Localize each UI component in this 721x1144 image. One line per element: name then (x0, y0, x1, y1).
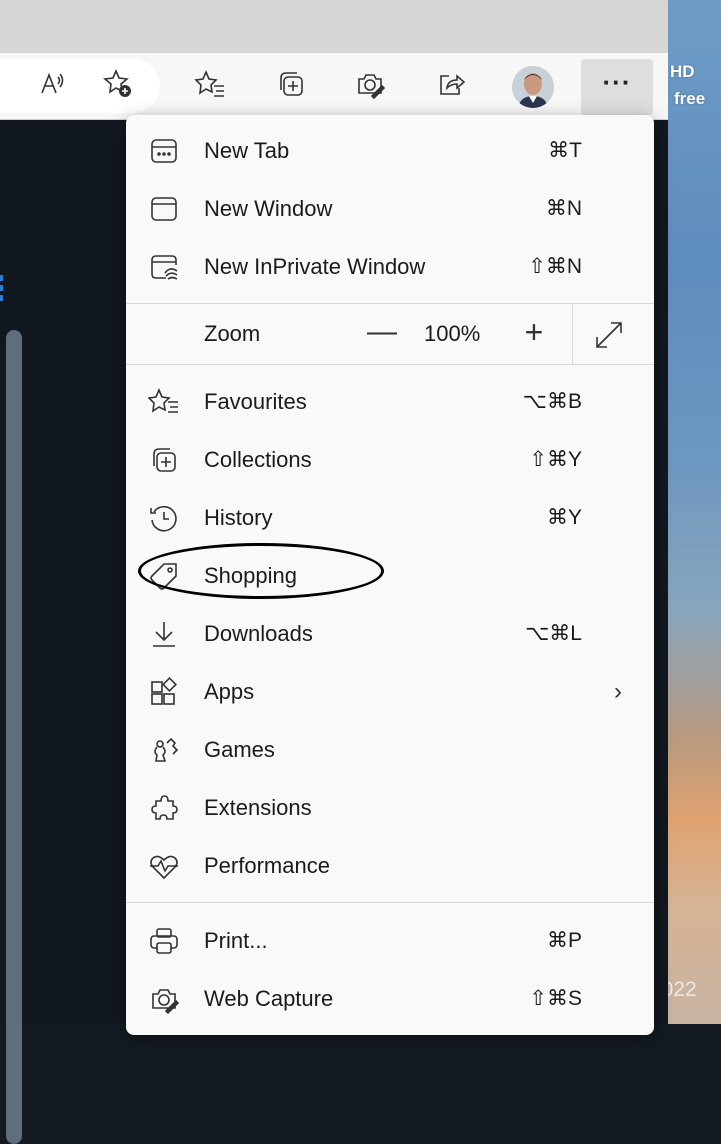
menu-item-extensions[interactable]: Extensions (126, 781, 654, 835)
zoom-row: Zoom — 100% + (126, 304, 654, 364)
new-tab-icon (148, 135, 180, 167)
favourites-icon (147, 386, 180, 418)
page-edge-marker (0, 275, 6, 301)
menu-item-performance[interactable]: Performance (126, 839, 654, 893)
collections-icon (148, 444, 180, 476)
menu-item-shortcut: ⌘Y (546, 506, 582, 529)
menu-item-new-tab[interactable]: New Tab ⌘T (126, 124, 654, 178)
more-icon: ··· (602, 67, 632, 97)
menu-item-shortcut: ⌥⌘B (522, 390, 582, 413)
settings-menu: New Tab ⌘T New Window ⌘N New InPrivate W… (126, 115, 654, 1035)
zoom-divider (572, 304, 573, 364)
fullscreen-icon[interactable] (592, 318, 626, 352)
menu-item-label: New InPrivate Window (204, 254, 426, 279)
collections-icon[interactable] (271, 64, 311, 104)
shopping-tag-icon (148, 560, 180, 592)
web-capture-icon[interactable] (350, 64, 390, 104)
menu-item-new-window[interactable]: New Window ⌘N (126, 182, 654, 236)
zoom-in-button[interactable]: + (512, 312, 556, 356)
zoom-out-button[interactable]: — (360, 312, 404, 356)
menu-item-history[interactable]: History ⌘Y (126, 491, 654, 545)
extensions-icon (148, 792, 180, 824)
menu-item-shortcut: ⌘N (545, 197, 582, 220)
menu-item-label: Performance (204, 853, 330, 878)
menu-item-label: Collections (204, 447, 312, 472)
menu-item-new-inprivate-window[interactable]: New InPrivate Window ⇧⌘N (126, 240, 654, 294)
settings-and-more-button[interactable]: ··· (581, 59, 653, 115)
menu-item-label: Downloads (204, 621, 313, 646)
menu-item-label: Web Capture (204, 986, 334, 1011)
menu-item-shortcut: ⌥⌘L (525, 622, 582, 645)
download-icon (148, 618, 180, 650)
menu-item-shortcut: ⌘T (548, 139, 582, 162)
zoom-label: Zoom (204, 321, 261, 346)
apps-icon (148, 676, 180, 708)
menu-item-label: Favourites (204, 389, 307, 414)
wallpaper-text-hd: HD (670, 62, 695, 81)
address-bar[interactable] (0, 59, 160, 113)
favourites-icon[interactable] (190, 64, 230, 104)
inprivate-window-icon (148, 251, 180, 283)
history-icon (148, 502, 180, 534)
read-aloud-icon[interactable] (32, 63, 72, 103)
chevron-right-icon: › (614, 678, 622, 705)
menu-divider (126, 902, 654, 903)
desktop-wallpaper (668, 0, 721, 1024)
menu-item-shortcut: ⌘P (546, 929, 582, 952)
menu-divider (126, 364, 654, 365)
menu-item-shopping[interactable]: Shopping (126, 549, 654, 603)
menu-item-web-capture[interactable]: Web Capture ⇧⌘S (126, 972, 654, 1026)
menu-item-label: Print... (204, 928, 268, 953)
menu-item-shortcut: ⇧⌘Y (529, 448, 582, 471)
menu-item-label: Games (204, 737, 275, 762)
menu-item-label: New Window (204, 196, 333, 221)
wallpaper-text-free: free (674, 89, 706, 108)
menu-item-collections[interactable]: Collections ⇧⌘Y (126, 433, 654, 487)
share-icon[interactable] (431, 64, 471, 104)
games-icon (148, 734, 180, 766)
menu-item-label: Extensions (204, 795, 312, 820)
menu-item-games[interactable]: Games (126, 723, 654, 777)
menu-item-print[interactable]: Print... ⌘P (126, 914, 654, 968)
menu-item-label: History (204, 505, 273, 530)
page-scrollbar[interactable] (6, 330, 22, 1144)
menu-item-label: New Tab (204, 138, 290, 163)
browser-titlebar (0, 0, 668, 53)
menu-item-favourites[interactable]: Favourites ⌥⌘B (126, 375, 654, 429)
browser-toolbar: ··· (0, 53, 668, 120)
add-favourite-icon[interactable] (98, 63, 138, 103)
profile-avatar[interactable] (512, 66, 554, 108)
menu-item-apps[interactable]: Apps › (126, 665, 654, 719)
menu-item-shortcut: ⇧⌘S (529, 987, 582, 1010)
web-capture-icon (148, 983, 180, 1015)
print-icon (148, 925, 180, 957)
menu-item-label: Apps (204, 679, 255, 704)
menu-item-label: Shopping (204, 563, 297, 588)
new-window-icon (148, 193, 180, 225)
menu-item-shortcut: ⇧⌘N (528, 255, 582, 278)
performance-heart-icon (148, 850, 180, 882)
menu-item-downloads[interactable]: Downloads ⌥⌘L (126, 607, 654, 661)
zoom-value: 100% (424, 321, 481, 346)
